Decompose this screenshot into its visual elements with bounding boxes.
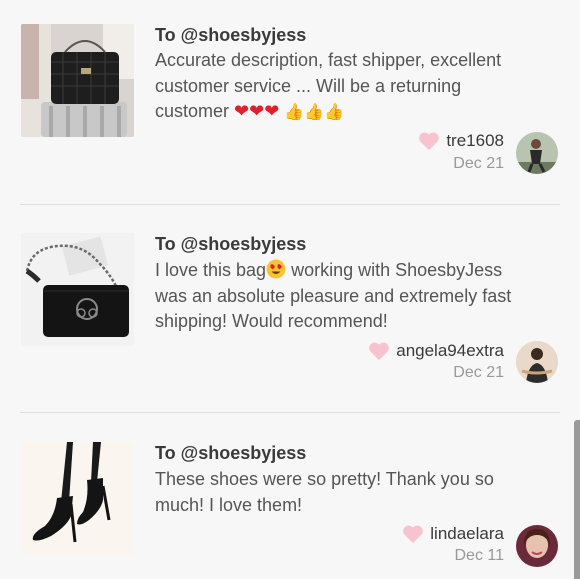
review-text: Accurate description, fast shipper, exce… [155,48,555,126]
review-text-line: customer ❤❤❤ 👍👍👍 [155,99,555,126]
product-thumbnail[interactable] [21,442,134,555]
review-date: Dec 21 [453,364,504,381]
review-card: To @shoesbyjess I love this bag working … [0,205,580,413]
avatar-photo [516,525,558,567]
review-recipient[interactable]: To @shoesbyjess [155,234,306,255]
black-ankle-boots-image [21,442,134,555]
handbag-on-suitcase-image [21,24,134,137]
like-heart-icon[interactable] [402,524,424,544]
review-recipient[interactable]: To @shoesbyjess [155,443,306,464]
reviewer-row: tre1608 [418,131,504,151]
review-feed: To @shoesbyjess Accurate description, fa… [0,0,580,579]
review-recipient[interactable]: To @shoesbyjess [155,25,306,46]
reviewer-avatar[interactable] [516,132,558,174]
red-heart-emoji: ❤ [234,101,250,121]
review-text: I love this bag working with ShoesbyJess… [155,258,555,335]
reviewer-avatar[interactable] [516,341,558,383]
reviewer-avatar[interactable] [516,525,558,567]
review-text-line: These shoes were so pretty! Thank you so [155,469,494,489]
reviewer-username[interactable]: tre1608 [446,131,504,151]
red-heart-emoji: ❤ [249,101,265,121]
product-thumbnail[interactable] [21,233,134,346]
black-shoulder-bag-image [21,233,134,346]
review-text-line: was an absolute pleasure and extremely f… [155,285,512,306]
like-heart-icon[interactable] [368,341,390,361]
review-text-line: Accurate description, fast shipper, exce… [155,50,502,70]
reviewer-username[interactable]: lindaelara [430,524,504,544]
review-date: Dec 21 [453,155,504,172]
scrollbar[interactable] [574,420,580,579]
review-text-line-part: working with ShoesbyJess [286,260,503,280]
like-heart-icon[interactable] [418,131,440,151]
review-text-line: I love this bag working with ShoesbyJess [155,258,555,284]
review-text-line: shipping! Would recommend! [155,311,388,331]
thumbs-up-emoji: 👍 [324,104,345,121]
review-date: Dec 11 [454,547,504,564]
thumbs-up-emoji: 👍 [304,104,325,121]
review-text-line-part: I love this bag [155,260,267,280]
product-thumbnail[interactable] [21,24,134,137]
review-text-line: much! I love them! [155,494,303,515]
reviewer-username[interactable]: angela94extra [396,341,504,361]
review-text-line: customer service ... Will be a returning [155,75,462,96]
red-heart-emoji: ❤ [264,101,280,121]
reviewer-row: angela94extra [368,341,504,361]
reviewer-row: lindaelara [402,524,504,544]
review-text-line-part: customer [155,101,230,121]
review-card: To @shoesbyjess These shoes were so pret… [0,413,580,579]
heart-eyes-emoji [266,259,286,279]
thumbs-up-emoji: 👍 [284,104,305,121]
review-card: To @shoesbyjess Accurate description, fa… [0,0,580,205]
review-text: These shoes were so pretty! Thank you so… [155,467,555,518]
avatar-photo [516,132,558,174]
avatar-photo [516,341,558,383]
